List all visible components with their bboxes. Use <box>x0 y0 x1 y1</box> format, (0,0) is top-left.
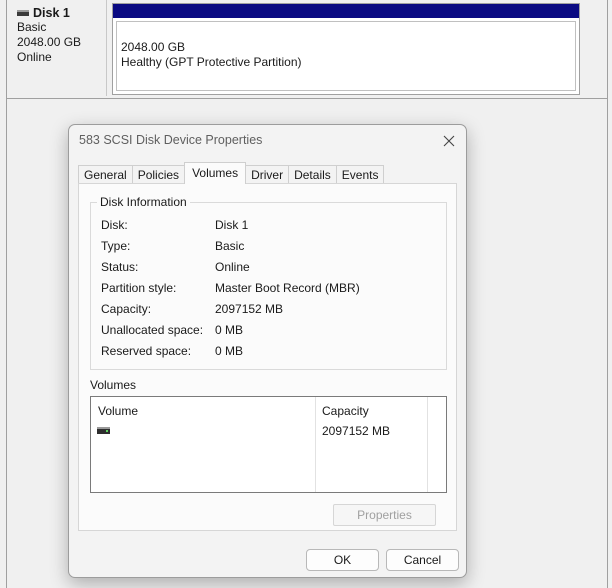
tab-details[interactable]: Details <box>288 165 337 184</box>
info-value: 2097152 MB <box>215 302 284 316</box>
column-header-volume[interactable]: Volume <box>98 404 138 418</box>
disk-type: Basic <box>17 20 47 34</box>
info-value: 0 MB <box>215 344 244 358</box>
info-value: Basic <box>215 239 245 253</box>
info-value: 0 MB <box>215 323 244 337</box>
close-button[interactable] <box>438 130 460 152</box>
tab-general[interactable]: General <box>78 165 133 184</box>
tab-driver[interactable]: Driver <box>245 165 290 184</box>
volumes-list[interactable]: Volume Capacity 2097152 MB <box>90 396 447 493</box>
list-item[interactable]: 2097152 MB <box>91 424 446 440</box>
info-label: Disk: <box>101 218 128 232</box>
cancel-button[interactable]: Cancel <box>386 549 459 571</box>
column-header-capacity[interactable]: Capacity <box>322 404 369 418</box>
tab-strip: General Policies Volumes Driver Details … <box>78 162 385 184</box>
tab-events[interactable]: Events <box>335 165 385 184</box>
properties-button[interactable]: Properties <box>333 504 436 526</box>
disk-label[interactable]: Disk 1 Basic 2048.00 GB Online <box>7 0 107 96</box>
info-label: Status: <box>101 260 139 274</box>
column-divider[interactable] <box>427 397 428 492</box>
info-label: Reserved space: <box>101 344 192 358</box>
info-label: Partition style: <box>101 281 177 295</box>
disk-status: Online <box>17 50 52 64</box>
partition-size: 2048.00 GB <box>121 40 186 54</box>
info-label: Capacity: <box>101 302 152 316</box>
drive-icon <box>17 10 29 16</box>
info-value: Online <box>215 260 250 274</box>
properties-dialog: 583 SCSI Disk Device Properties General … <box>68 124 467 578</box>
info-label: Type: <box>101 239 131 253</box>
partition-body[interactable]: 2048.00 GB Healthy (GPT Protective Parti… <box>116 21 576 91</box>
volumes-tab-panel: Disk Information Disk: Disk 1 Type: Basi… <box>78 183 457 531</box>
info-label: Unallocated space: <box>101 323 204 337</box>
tab-volumes[interactable]: Volumes <box>184 162 247 184</box>
disk-information-group: Disk Information Disk: Disk 1 Type: Basi… <box>90 195 447 370</box>
disk-size: 2048.00 GB <box>17 35 82 49</box>
dialog-title-bar[interactable]: 583 SCSI Disk Device Properties <box>69 125 466 157</box>
partition-status: Healthy (GPT Protective Partition) <box>121 55 302 69</box>
volume-capacity: 2097152 MB <box>322 424 391 438</box>
partition-header-bar <box>113 4 579 18</box>
drive-icon <box>97 427 110 434</box>
close-icon <box>443 135 455 147</box>
dialog-title: 583 SCSI Disk Device Properties <box>79 133 263 147</box>
disk-row[interactable]: Disk 1 Basic 2048.00 GB Online 2048.00 G… <box>7 0 607 99</box>
partition-block[interactable]: 2048.00 GB Healthy (GPT Protective Parti… <box>112 3 580 95</box>
ok-button[interactable]: OK <box>306 549 379 571</box>
disk-information-title: Disk Information <box>97 195 190 209</box>
disk-name: Disk 1 <box>33 6 70 20</box>
disk-name-line: Disk 1 <box>17 6 106 20</box>
tab-policies[interactable]: Policies <box>131 165 186 184</box>
info-value: Disk 1 <box>215 218 249 232</box>
info-value: Master Boot Record (MBR) <box>215 281 360 295</box>
column-divider[interactable] <box>315 397 316 492</box>
volumes-title: Volumes <box>90 378 137 392</box>
